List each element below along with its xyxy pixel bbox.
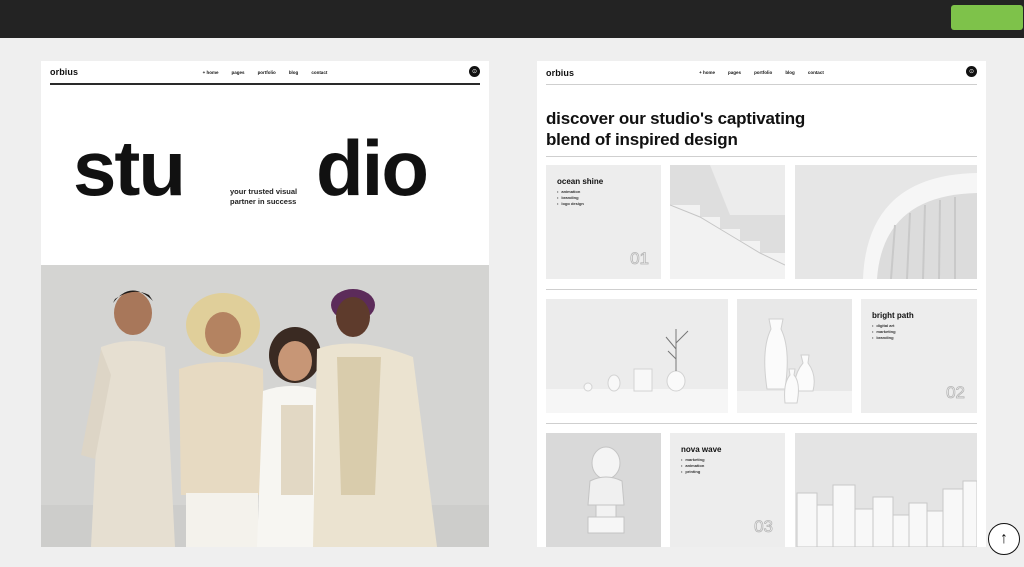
bust-illustration (546, 433, 661, 547)
nav-home[interactable]: + home (203, 70, 219, 75)
nav-contact[interactable]: contact (808, 70, 824, 75)
project-tags: animation branding logo design (557, 189, 583, 207)
white-vases-illustration (737, 299, 852, 413)
arch-image[interactable] (795, 165, 977, 279)
vases-image[interactable] (546, 299, 728, 413)
divider (546, 156, 977, 157)
headline-line-2: blend of inspired design (546, 130, 738, 149)
project-title: bright path (872, 311, 914, 320)
divider (546, 289, 977, 290)
vases-illustration (546, 299, 728, 413)
city-model-illustration (795, 433, 977, 547)
navbar: orbius + home pages portfolio blog conta… (546, 61, 977, 85)
cart-icon[interactable]: ⊙ (966, 66, 977, 77)
nav-portfolio[interactable]: portfolio (258, 70, 276, 75)
project-title: ocean shine (557, 177, 604, 186)
tagline-line-2: partner in success (230, 197, 297, 207)
hero-word-left: stu (73, 124, 186, 212)
city-model-image[interactable] (795, 433, 977, 547)
nav-blog[interactable]: blog (289, 70, 299, 75)
project-tag: logo design (557, 201, 583, 207)
project-number: 03 (754, 517, 774, 537)
section-headline: discover our studio's captivating blend … (546, 108, 805, 150)
navbar: orbius + home pages portfolio blog conta… (50, 61, 480, 85)
nav-contact[interactable]: contact (311, 70, 327, 75)
project-tags: digital art marketing branding (872, 323, 896, 341)
nav-blog[interactable]: blog (785, 70, 795, 75)
nav-pages[interactable]: pages (728, 70, 741, 75)
tagline-line-1: your trusted visual (230, 187, 298, 196)
project-title: nova wave (681, 445, 722, 454)
project-number: 01 (630, 249, 650, 269)
white-vases-image[interactable] (737, 299, 852, 413)
project-tag: branding (872, 335, 896, 341)
project-card-nova-wave[interactable]: nova wave marketing animation printing 0… (670, 433, 785, 547)
portfolio-preview: orbius + home pages portfolio blog conta… (537, 61, 986, 547)
nav-pages[interactable]: pages (232, 70, 245, 75)
project-tags: marketing animation printing (681, 457, 705, 475)
hero-tagline: your trusted visual partner in success (230, 187, 297, 207)
top-green-button[interactable] (951, 5, 1023, 30)
stairs-image[interactable] (670, 165, 785, 279)
studio-hero-preview: orbius + home pages portfolio blog conta… (41, 61, 489, 547)
cart-icon[interactable]: ⊙ (469, 66, 480, 77)
bust-image[interactable] (546, 433, 661, 547)
nav-menu: + home pages portfolio blog contact (50, 70, 480, 75)
browser-top-bar (0, 0, 1024, 38)
arrow-up-icon[interactable]: ↑ (988, 523, 1020, 555)
project-card-ocean-shine[interactable]: ocean shine animation branding logo desi… (546, 165, 661, 279)
project-number: 02 (946, 383, 966, 403)
nav-portfolio[interactable]: portfolio (754, 70, 772, 75)
headline-line-1: discover our studio's captivating (546, 109, 806, 128)
team-photo (41, 265, 489, 547)
arch-illustration (795, 165, 977, 279)
nav-menu: + home pages portfolio blog contact (546, 70, 977, 75)
stairs-illustration (670, 165, 785, 279)
project-card-bright-path[interactable]: bright path digital art marketing brandi… (861, 299, 977, 413)
nav-home[interactable]: + home (699, 70, 715, 75)
team-illustration (41, 265, 489, 547)
project-tag: printing (681, 469, 705, 475)
divider (546, 423, 977, 424)
hero-word-right: dio (316, 124, 429, 212)
